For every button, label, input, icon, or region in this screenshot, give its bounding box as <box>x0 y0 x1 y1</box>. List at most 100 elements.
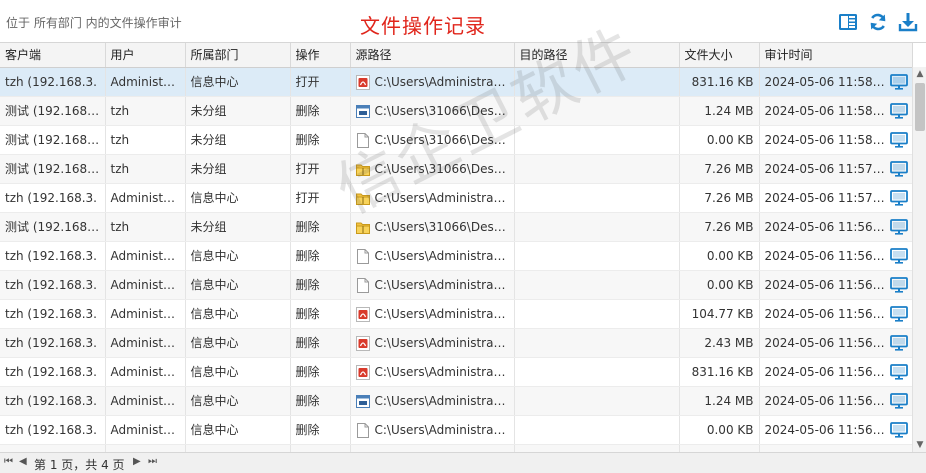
file-size-cell: 104.77 KB <box>679 299 760 329</box>
source-path-cell-text: C:\Users\Administrator <box>374 393 511 408</box>
client-cell: 测试 (192.168.1. <box>0 96 106 126</box>
department-cell-text: 信息中心 <box>190 394 239 408</box>
download-icon[interactable] <box>898 12 918 32</box>
table-row[interactable]: tzh (192.168.3. Administrator 信息中心 删除 C:\Use… <box>0 328 913 358</box>
file-size-cell: 1.24 MB <box>679 386 760 416</box>
view-screen-icon[interactable] <box>889 73 908 90</box>
user-cell: Administrator <box>105 386 186 416</box>
prev-page-icon[interactable]: ◀ <box>19 456 27 467</box>
view-screen-icon[interactable] <box>889 160 908 177</box>
client-cell: tzh (192.168.3. <box>0 299 106 329</box>
table-header-row: 客户端 用户 所属部门 操作 源路径 目的路径 文件大小 审计时间 <box>0 43 913 68</box>
view-screen-icon[interactable] <box>889 421 908 438</box>
table-row[interactable]: tzh (192.168.3. Administrator 信息中心 删除 C:\Use… <box>0 241 913 271</box>
view-screen-icon[interactable] <box>889 334 908 351</box>
destination-path-cell <box>514 328 680 358</box>
col-user-header[interactable]: 用户 <box>105 43 186 68</box>
operation-cell-text: 删除 <box>295 249 320 263</box>
vertical-scrollbar[interactable]: ▲ ▼ <box>912 67 926 452</box>
table-row[interactable]: 测试 (192.168.1. tzh 未分组 打开 C:\Users\31066\Des… <box>0 154 913 184</box>
table-row[interactable]: 测试 (192.168.1. tzh 未分组 删除 C:\Users\31066\Des… <box>0 125 913 155</box>
client-cell: tzh (192.168.3. <box>0 241 106 271</box>
user-cell: Administrator <box>105 241 186 271</box>
source-path-cell-text: C:\Users\Administrator <box>374 422 511 437</box>
blank-file-icon <box>356 277 370 293</box>
table-row[interactable]: tzh (192.168.3. Administrator 信息中心 删除 C:\Use… <box>0 270 913 300</box>
file-size-cell-text: 0.00 KB <box>706 132 754 147</box>
col-client-header[interactable]: 客户端 <box>0 43 106 68</box>
scroll-down-arrow-icon[interactable]: ▼ <box>913 438 926 452</box>
pdf-file-icon <box>355 364 370 380</box>
last-page-icon[interactable]: ⏭ <box>148 456 157 467</box>
department-cell-text: 未分组 <box>190 220 227 234</box>
col-audit-time-header[interactable]: 审计时间 <box>759 43 913 68</box>
table-row[interactable]: 测试 (192.168.1. tzh 未分组 删除 C:\Users\31066\Des… <box>0 212 913 242</box>
user-cell-text: Administrator <box>110 277 185 292</box>
view-screen-icon[interactable] <box>889 218 908 235</box>
operation-cell: 删除 <box>290 96 351 126</box>
view-screen-icon[interactable] <box>889 131 908 148</box>
view-screen-icon[interactable] <box>889 363 908 380</box>
user-cell-text: Administrator <box>110 335 185 350</box>
department-cell: 信息中心 <box>185 328 291 358</box>
user-cell: Administrator <box>105 299 186 329</box>
audit-time-cell-text: 2024-05-06 11:58:01 <box>764 132 892 147</box>
source-path-cell: C:\Users\Administrator <box>350 386 515 416</box>
client-cell-text: 测试 (192.168.1. <box>5 104 103 118</box>
client-cell-text: tzh (192.168.3. <box>5 393 97 408</box>
table-row[interactable]: 测试 (192.168.1. tzh 未分组 删除 C:\Users\31066\Des… <box>0 96 913 126</box>
column-settings-icon[interactable] <box>838 12 858 32</box>
scroll-thumb[interactable] <box>915 83 925 131</box>
source-path-cell-text: C:\Users\Administrator <box>374 248 511 263</box>
view-screen-icon[interactable] <box>889 305 908 322</box>
view-screen-icon[interactable] <box>889 247 908 264</box>
file-size-cell: 0.00 KB <box>679 125 760 155</box>
department-cell: 未分组 <box>185 154 291 184</box>
table-row[interactable]: tzh (192.168.3. Administrator 信息中心 删除 C:\Use… <box>0 299 913 329</box>
operation-cell-text: 删除 <box>295 365 320 379</box>
first-page-icon[interactable]: ⏮ <box>4 456 13 467</box>
table-row[interactable]: tzh (192.168.3. Administrator 信息中心 打开 C:\Use… <box>0 67 913 97</box>
col-operation-header[interactable]: 操作 <box>290 43 351 68</box>
col-file-size-header[interactable]: 文件大小 <box>679 43 760 68</box>
source-path-cell: C:\Users\Administrator <box>350 183 515 213</box>
zip-file-icon <box>355 220 370 235</box>
col-department-header[interactable]: 所属部门 <box>185 43 291 68</box>
col-source-path-header[interactable]: 源路径 <box>350 43 515 68</box>
user-cell-text: tzh <box>110 103 130 118</box>
client-cell: tzh (192.168.3. <box>0 415 106 445</box>
operation-cell-text: 删除 <box>295 278 320 292</box>
next-page-icon[interactable]: ▶ <box>133 456 141 467</box>
view-screen-icon[interactable] <box>889 276 908 293</box>
refresh-icon[interactable] <box>868 12 888 32</box>
table-row[interactable]: tzh (192.168.3. Administrator 信息中心 删除 C:\Use… <box>0 357 913 387</box>
table-row[interactable]: tzh (192.168.3. Administrator 信息中心 打开 C:\Use… <box>0 183 913 213</box>
operation-cell-text: 删除 <box>295 336 320 350</box>
view-screen-icon[interactable] <box>889 392 908 409</box>
operation-cell: 删除 <box>290 212 351 242</box>
operation-cell: 删除 <box>290 357 351 387</box>
view-screen-icon[interactable] <box>889 102 908 119</box>
table-row[interactable]: tzh (192.168.3. Administrator 信息中心 删除 C:\Use… <box>0 415 913 445</box>
file-size-cell: 7.26 MB <box>679 183 760 213</box>
table-row[interactable]: tzh (192.168.3. Administrator 信息中心 删除 C:\Use… <box>0 386 913 416</box>
audit-time-cell: 2024-05-06 11:56:03 <box>759 415 913 445</box>
source-path-cell: C:\Users\Administrator <box>350 415 515 445</box>
source-path-cell: C:\Users\31066\Desktop <box>350 96 515 126</box>
view-screen-icon[interactable] <box>889 189 908 206</box>
operation-cell: 删除 <box>290 386 351 416</box>
col-destination-path-header[interactable]: 目的路径 <box>514 43 680 68</box>
operation-cell: 删除 <box>290 415 351 445</box>
department-cell-text: 信息中心 <box>190 191 239 205</box>
source-path-cell: C:\Users\Administrator <box>350 67 515 97</box>
file-size-cell-text: 831.16 KB <box>691 364 754 379</box>
pdf-file-icon <box>355 335 370 351</box>
scroll-up-arrow-icon[interactable]: ▲ <box>913 67 926 81</box>
department-cell: 信息中心 <box>185 415 291 445</box>
department-cell-text: 信息中心 <box>190 365 239 379</box>
file-size-cell-text: 0.00 KB <box>706 248 754 263</box>
zip-file-icon <box>355 162 370 177</box>
file-size-cell-text: 0.00 KB <box>706 277 754 292</box>
operation-cell: 打开 <box>290 154 351 184</box>
department-cell-text: 信息中心 <box>190 423 239 437</box>
